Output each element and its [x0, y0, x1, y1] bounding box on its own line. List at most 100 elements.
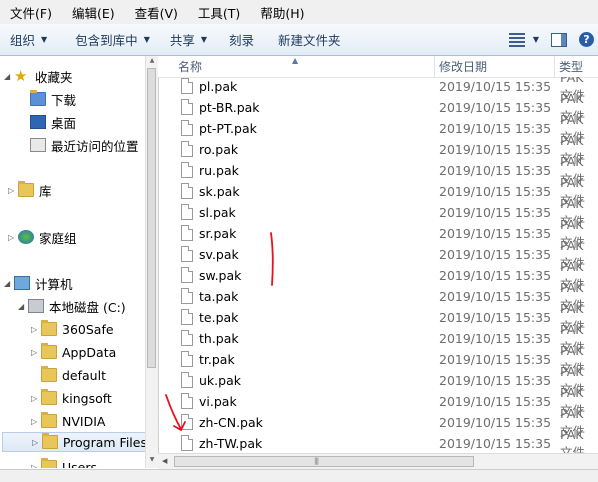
file-name: te.pak: [199, 310, 239, 325]
organize-button[interactable]: 组织 ▼: [0, 24, 56, 55]
preview-pane-icon[interactable]: [551, 32, 567, 47]
share-button[interactable]: 共享 ▼: [161, 24, 216, 55]
expand-arrow-icon[interactable]: ▷: [31, 417, 41, 426]
nav-folder[interactable]: ▷ AppData: [31, 342, 116, 362]
file-icon: [181, 183, 193, 199]
horizontal-scrollbar[interactable]: ◀ |||: [158, 453, 598, 470]
nav-libraries[interactable]: ▷ 库: [8, 180, 52, 200]
menu-view[interactable]: 查看(V): [125, 3, 188, 22]
include-in-library-button[interactable]: 包含到库中 ▼: [66, 24, 159, 55]
file-row[interactable]: zh-TW.pak 2019/10/15 15:35 PAK 文件: [158, 427, 598, 453]
file-name: sv.pak: [199, 247, 239, 262]
column-date[interactable]: 修改日期: [434, 56, 487, 77]
nav-homegroup[interactable]: ▷ 家庭组: [8, 227, 77, 247]
file-row[interactable]: vi.pak 2019/10/15 15:35 PAK 文件: [158, 385, 598, 418]
new-folder-button[interactable]: 新建文件夹: [269, 24, 350, 55]
nav-folder[interactable]: ▷ 360Safe: [31, 319, 114, 339]
burn-button[interactable]: 刻录: [220, 24, 263, 55]
file-row[interactable]: ro.pak 2019/10/15 15:35 PAK 文件: [158, 133, 598, 166]
file-list: pl.pak 2019/10/15 15:35 PAK 文件 pt-BR.pak 201…: [158, 77, 598, 453]
nav-recent[interactable]: 最近访问的位置: [30, 135, 139, 155]
file-row[interactable]: pt-PT.pak 2019/10/15 15:35 PAK 文件: [158, 112, 598, 145]
folder-icon: [41, 389, 57, 405]
nav-folder-label: 360Safe: [62, 321, 114, 337]
nav-favorites[interactable]: ◢ ★ 收藏夹: [4, 66, 73, 86]
expand-arrow-icon[interactable]: ▷: [31, 394, 41, 403]
menu-help[interactable]: 帮助(H): [250, 3, 314, 22]
expand-arrow-icon[interactable]: ◢: [4, 279, 14, 288]
file-date: 2019/10/15 15:35: [439, 163, 552, 178]
nav-folder[interactable]: ▷ Users: [31, 457, 97, 468]
nav-desktop[interactable]: 桌面: [30, 112, 76, 132]
file-name: th.pak: [199, 331, 239, 346]
hard-drive-icon: [28, 299, 44, 313]
file-date: 2019/10/15 15:35: [439, 100, 552, 115]
file-row[interactable]: zh-CN.pak 2019/10/15 15:35 PAK 文件: [158, 406, 598, 439]
file-row[interactable]: sl.pak 2019/10/15 15:35 PAK 文件: [158, 196, 598, 229]
file-row[interactable]: sw.pak 2019/10/15 15:35 PAK 文件: [158, 259, 598, 292]
download-folder-icon: [30, 90, 46, 106]
file-date: 2019/10/15 15:35: [439, 184, 552, 199]
file-row[interactable]: sk.pak 2019/10/15 15:35 PAK 文件: [158, 175, 598, 208]
column-type-label: 类型: [559, 60, 584, 74]
expand-arrow-icon[interactable]: ▷: [31, 325, 41, 334]
file-date: 2019/10/15 15:35: [439, 310, 552, 325]
nav-computer[interactable]: ◢ 计算机: [4, 273, 73, 293]
menu-tools[interactable]: 工具(T): [188, 3, 250, 22]
help-icon[interactable]: ?: [579, 32, 594, 47]
file-row[interactable]: sv.pak 2019/10/15 15:35 PAK 文件: [158, 238, 598, 271]
nav-folder[interactable]: default: [41, 365, 106, 385]
expand-arrow-icon[interactable]: ◢: [4, 72, 14, 81]
nav-local-disk[interactable]: ◢ 本地磁盘 (C:): [18, 296, 126, 316]
file-date: 2019/10/15 15:35: [439, 142, 552, 157]
file-date: 2019/10/15 15:35: [439, 205, 552, 220]
expand-arrow-icon[interactable]: ▷: [8, 233, 18, 242]
scroll-down-icon[interactable]: ▼: [147, 456, 157, 466]
file-row[interactable]: ta.pak 2019/10/15 15:35 PAK 文件: [158, 280, 598, 313]
folder-icon: [41, 343, 57, 359]
file-icon: [181, 267, 193, 283]
column-type[interactable]: 类型: [554, 56, 583, 77]
nav-downloads[interactable]: 下载: [30, 89, 76, 109]
file-row[interactable]: pl.pak 2019/10/15 15:35 PAK 文件: [158, 77, 598, 103]
expand-arrow-icon[interactable]: ▷: [31, 348, 41, 357]
scroll-left-icon[interactable]: ◀: [162, 457, 167, 465]
file-date: 2019/10/15 15:35: [439, 79, 552, 94]
file-row[interactable]: th.pak 2019/10/15 15:35 PAK 文件: [158, 322, 598, 355]
expand-arrow-icon[interactable]: ▷: [32, 438, 42, 447]
file-icon: [181, 99, 193, 115]
menu-file[interactable]: 文件(F): [0, 3, 62, 22]
file-row[interactable]: uk.pak 2019/10/15 15:35 PAK 文件: [158, 364, 598, 397]
file-row[interactable]: te.pak 2019/10/15 15:35 PAK 文件: [158, 301, 598, 334]
file-name: ru.pak: [199, 163, 239, 178]
file-date: 2019/10/15 15:35: [439, 394, 552, 409]
file-row[interactable]: sr.pak 2019/10/15 15:35 PAK 文件: [158, 217, 598, 250]
navigation-scrollbar[interactable]: ▲ ▼: [145, 56, 159, 468]
expand-arrow-icon[interactable]: ▷: [8, 186, 18, 195]
file-icon: [181, 120, 193, 136]
expand-arrow-icon[interactable]: ◢: [18, 302, 28, 311]
toolbar-right: ▼ ?: [508, 24, 598, 55]
file-row[interactable]: pt-BR.pak 2019/10/15 15:35 PAK 文件: [158, 91, 598, 124]
view-chevron-down-icon[interactable]: ▼: [533, 35, 539, 44]
expand-arrow-icon[interactable]: ▷: [31, 463, 41, 469]
nav-folder-label: default: [62, 367, 106, 383]
scrollbar-thumb[interactable]: [147, 68, 156, 368]
file-name: tr.pak: [199, 352, 235, 367]
change-view-icon[interactable]: [508, 32, 525, 47]
file-date: 2019/10/15 15:35: [439, 373, 552, 388]
nav-local-disk-label: 本地磁盘 (C:): [49, 299, 126, 315]
nav-folder-selected[interactable]: ▷ Program Files: [2, 432, 145, 452]
column-name-label: 名称: [178, 60, 203, 74]
scroll-up-icon[interactable]: ▲: [147, 57, 157, 67]
scrollbar-thumb[interactable]: [174, 456, 474, 467]
nav-folder[interactable]: ▷ kingsoft: [31, 388, 112, 408]
file-date: 2019/10/15 15:35: [439, 268, 552, 283]
file-row[interactable]: tr.pak 2019/10/15 15:35 PAK 文件: [158, 343, 598, 376]
menu-edit[interactable]: 编辑(E): [62, 3, 125, 22]
column-name[interactable]: 名称: [178, 56, 202, 77]
share-label: 共享: [169, 33, 195, 48]
file-name: sw.pak: [199, 268, 242, 283]
nav-folder[interactable]: ▷ NVIDIA: [31, 411, 105, 431]
file-row[interactable]: ru.pak 2019/10/15 15:35 PAK 文件: [158, 154, 598, 187]
